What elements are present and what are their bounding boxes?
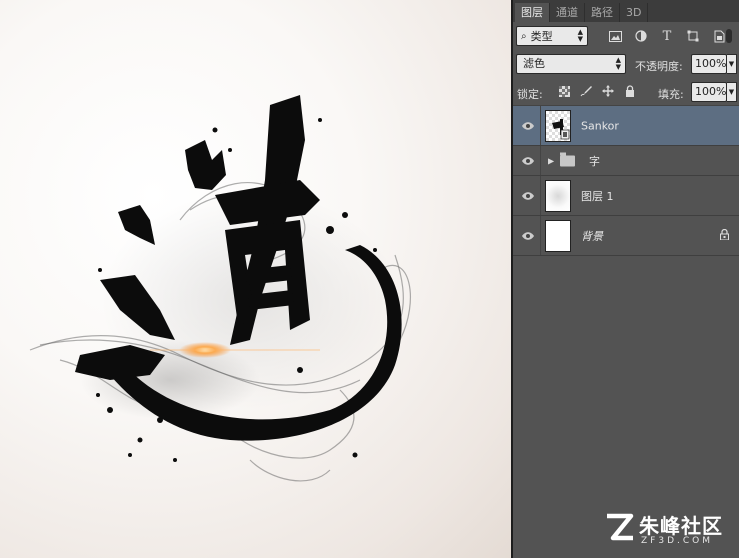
smart-object-thumbnail-icon [552, 119, 570, 140]
type-filter-icon[interactable]: T [659, 28, 675, 44]
tab-paths[interactable]: 路径 [585, 3, 620, 22]
fill-dropdown-arrow[interactable]: ▼ [727, 82, 737, 102]
tab-channels[interactable]: 通道 [550, 3, 585, 22]
lock-image-pixels-icon[interactable] [579, 84, 593, 98]
layer-row-background[interactable]: 背景 [513, 216, 739, 256]
layer-name[interactable]: 字 [589, 153, 600, 169]
blend-mode-select[interactable]: 滤色 ▲ ▼ [516, 54, 626, 74]
eye-icon[interactable] [522, 155, 534, 167]
blend-mode-value: 滤色 [523, 57, 545, 70]
filter-kind-label: 类型 [530, 30, 553, 43]
ink-calligraphy-artwork [29, 95, 411, 482]
image-filter-icon[interactable] [607, 28, 623, 44]
opacity-dropdown-arrow[interactable]: ▼ [727, 54, 737, 74]
lock-icons [557, 84, 637, 98]
tab-3d[interactable]: 3D [620, 3, 649, 22]
layers-list: Sankor ▶ 字 图层 1 背景 [513, 106, 739, 256]
lock-label: 锁定: [517, 88, 543, 101]
fill-label: 填充: [658, 88, 684, 101]
filter-row: ⌕ 类型 ▲ ▼ T [513, 22, 739, 50]
watermark: 朱峰社区 ZF3D.COM [603, 508, 731, 550]
tab-layers[interactable]: 图层 [515, 3, 550, 22]
opacity-input[interactable]: 100% [691, 54, 727, 74]
fill-input[interactable]: 100% [691, 82, 727, 102]
eye-icon[interactable] [522, 120, 534, 132]
layer-row-sankor[interactable]: Sankor [513, 106, 739, 146]
lock-position-icon[interactable] [601, 84, 615, 98]
smart-object-filter-icon[interactable] [711, 28, 727, 44]
watermark-title: 朱峰社区 [639, 514, 723, 538]
shape-filter-icon[interactable] [685, 28, 701, 44]
watermark-url: ZF3D.COM [641, 536, 713, 546]
select-arrows-icon: ▲ ▼ [615, 56, 621, 71]
folder-icon [560, 152, 575, 166]
layer-thumbnail [545, 110, 571, 142]
eye-icon[interactable] [522, 190, 534, 202]
layer-name[interactable]: 背景 [581, 228, 603, 244]
visibility-column-divider [540, 106, 541, 145]
layer-row-group[interactable]: ▶ 字 [513, 146, 739, 176]
filter-kind-select[interactable]: ⌕ 类型 ▲ ▼ [516, 26, 588, 46]
visibility-column-divider [540, 216, 541, 255]
document-canvas[interactable] [0, 0, 511, 558]
opacity-label: 不透明度: [635, 60, 683, 73]
lock-transparent-pixels-icon[interactable] [557, 84, 571, 98]
panel-tab-bar: 图层 通道 路径 3D [513, 0, 739, 22]
adjustment-filter-icon[interactable] [633, 28, 649, 44]
blend-row: 滤色 ▲ ▼ 不透明度: 100% ▼ [513, 50, 739, 78]
layer-name[interactable]: 图层 1 [581, 188, 614, 204]
filter-icons: T [607, 28, 727, 44]
expand-triangle-icon[interactable]: ▶ [548, 156, 554, 165]
lock-row: 锁定: 填充: 100% ▼ [513, 78, 739, 106]
layer-row-layer1[interactable]: 图层 1 [513, 176, 739, 216]
layer-thumbnail [545, 180, 571, 212]
lock-all-icon[interactable] [623, 84, 637, 98]
select-arrows-icon: ▲ ▼ [577, 28, 583, 43]
zf3d-logo-icon [607, 513, 634, 541]
visibility-column-divider [540, 146, 541, 175]
search-icon: ⌕ [521, 30, 527, 42]
layers-panel: 图层 通道 路径 3D ⌕ 类型 ▲ ▼ T 滤色 ▲ ▼ 不透明度: 100%… [513, 0, 739, 558]
layer-thumbnail [545, 220, 571, 252]
layer-name[interactable]: Sankor [581, 119, 619, 132]
lock-icon [720, 228, 729, 243]
visibility-column-divider [540, 176, 541, 215]
filter-toggle[interactable] [726, 29, 732, 43]
eye-icon[interactable] [522, 230, 534, 242]
